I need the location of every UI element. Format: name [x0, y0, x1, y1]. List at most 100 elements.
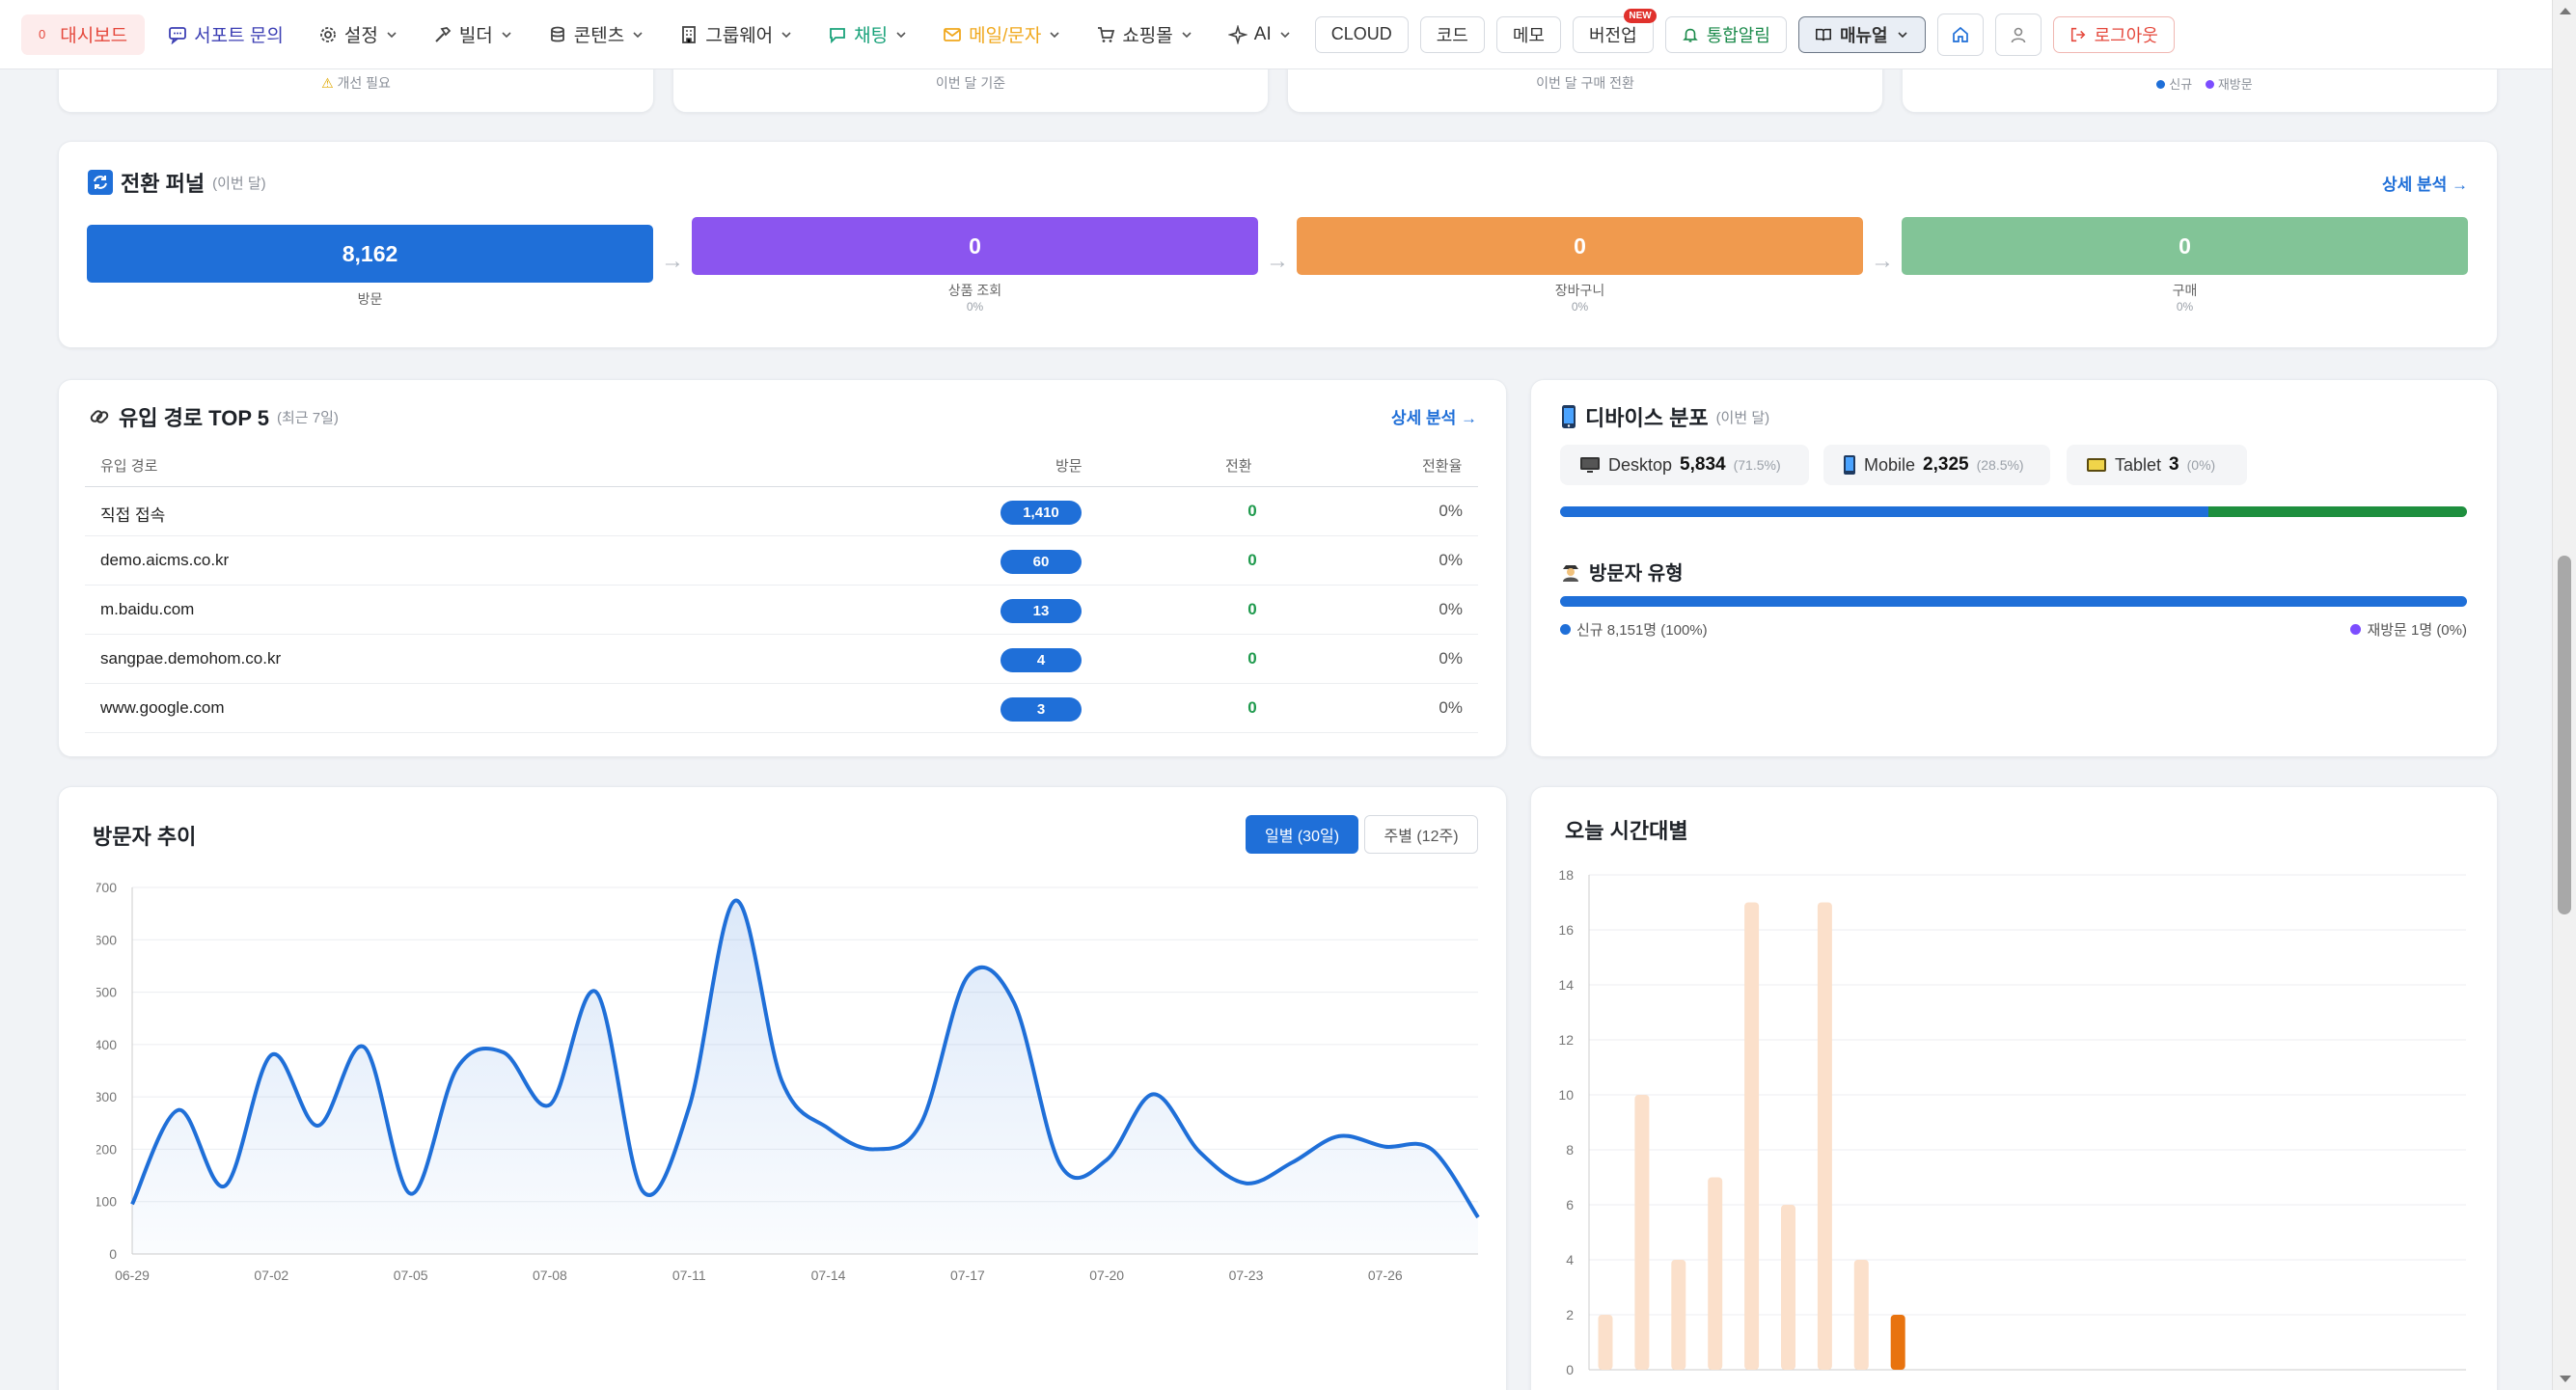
device-title: 디바이스 분포 (이번 달) — [1560, 401, 1769, 432]
gear-icon — [319, 26, 336, 42]
nav-settings[interactable]: 설정 — [307, 14, 410, 55]
page-scrollbar[interactable] — [2552, 0, 2576, 1390]
device-mobile-count: 2,325 — [1923, 454, 1969, 475]
funnel-title-text: 전환 퍼널 — [121, 172, 206, 196]
logout-button[interactable]: 로그아웃 — [2052, 15, 2175, 53]
series-area — [132, 900, 1478, 1254]
nav-mail[interactable]: 메일/문자 — [931, 14, 1073, 55]
x-tick-label: 06-29 — [115, 1267, 150, 1283]
nav-cloud-button[interactable]: CLOUD — [1314, 15, 1409, 53]
row-conversions: 0 — [1247, 698, 1257, 717]
chevron-down-icon — [1280, 31, 1290, 38]
nav-contents[interactable]: 콘텐츠 — [536, 14, 656, 55]
scrollbar-thumb[interactable] — [2558, 556, 2571, 914]
nav-builder-label: 빌더 — [458, 26, 493, 46]
database-icon — [550, 26, 564, 41]
nav-shop[interactable]: 쇼핑몰 — [1084, 14, 1204, 55]
device-tablet-pct: (0%) — [2186, 457, 2216, 473]
chevron-down-icon — [633, 31, 643, 38]
nav-alarm-button[interactable]: 통합알림 — [1664, 15, 1787, 53]
legend-dot-return — [2350, 624, 2362, 635]
row-rate: 0% — [1439, 600, 1463, 618]
refresh-icon — [88, 170, 113, 195]
funnel-period: (이번 달) — [212, 175, 266, 192]
row-conversions: 0 — [1247, 649, 1257, 668]
warning-icon: ⚠ — [321, 75, 334, 91]
nav-contents-label: 콘텐츠 — [573, 26, 625, 46]
funnel-step-cart: 0 — [1297, 217, 1863, 275]
row-source: sangpae.demohom.co.kr — [100, 649, 282, 668]
book-icon — [1815, 28, 1831, 41]
nav-dashboard-label: 대시보드 — [60, 26, 128, 46]
row-conversions: 0 — [1247, 551, 1257, 569]
nav-groupware[interactable]: 그룹웨어 — [668, 14, 805, 55]
cart-icon — [1098, 26, 1115, 42]
summary-card-1-sub: ⚠ 개선 필요 — [59, 73, 653, 93]
chevron-down-icon — [1898, 31, 1907, 38]
mobile-icon — [1844, 455, 1855, 475]
building-icon — [682, 25, 697, 43]
nav-dashboard[interactable]: 0 대시보드 — [21, 14, 146, 55]
funnel-step-view-label: 상품 조회 — [947, 283, 1002, 298]
row-rate: 0% — [1439, 502, 1463, 520]
device-chip-tablet: Tablet 3 (0%) — [2067, 445, 2247, 485]
funnel-step-purchase-label: 구매 — [2172, 283, 2198, 298]
row-visits-badge: 13 — [1000, 599, 1082, 623]
legend-dot-new — [2156, 80, 2166, 89]
legend-dot-new — [1560, 624, 1571, 635]
y-tick-label: 700 — [96, 880, 117, 895]
nav-upgrade-button[interactable]: 버전업 NEW — [1573, 8, 1657, 53]
x-tick-label: 07-20 — [1089, 1267, 1124, 1283]
tab-daily[interactable]: 일별 (30일) — [1246, 815, 1358, 854]
y-tick-label: 0 — [109, 1246, 117, 1262]
chevron-down-icon — [781, 31, 791, 38]
funnel-step-visit-label: 방문 — [357, 291, 383, 307]
visitor-return-legend: 재방문 1명 (0%) — [2350, 619, 2467, 640]
sources-title: 유입 경로 TOP 5 (최근 7일) — [88, 401, 339, 432]
bell-icon — [1682, 28, 1698, 42]
funnel-detail-link[interactable]: 상세 분석 → — [2382, 171, 2468, 195]
funnel-step-visit: 8,162 — [87, 225, 653, 283]
chevron-down-icon — [1050, 31, 1059, 38]
nav-support[interactable]: 서포트 문의 — [156, 14, 295, 55]
nav-code-button[interactable]: 코드 — [1419, 15, 1485, 53]
y-tick-label: 4 — [1566, 1252, 1574, 1267]
arrow-right-icon: → — [1871, 248, 1894, 274]
nav-builder[interactable]: 빌더 — [422, 14, 525, 55]
mail-icon — [944, 27, 962, 41]
funnel-step-visit-value: 8,162 — [342, 240, 398, 266]
chevron-down-icon — [1182, 31, 1192, 38]
nav-alarm-label: 통합알림 — [1706, 25, 1770, 45]
y-tick-label: 500 — [96, 985, 117, 1000]
nav-settings-label: 설정 — [343, 26, 378, 46]
row-source: www.google.com — [100, 698, 225, 717]
profile-button[interactable] — [1994, 13, 2042, 56]
chevron-down-icon — [896, 31, 906, 38]
y-tick-label: 300 — [96, 1089, 117, 1104]
nav-memo-button[interactable]: 메모 — [1495, 15, 1561, 53]
nav-chat[interactable]: 채팅 — [816, 14, 919, 55]
home-button[interactable] — [1936, 13, 1984, 56]
nav-manual-button[interactable]: 매뉴얼 — [1797, 15, 1926, 53]
bar-hour-1 — [1634, 1095, 1650, 1370]
bar-hour-4 — [1744, 902, 1760, 1370]
chat-bubble-icon — [169, 26, 187, 44]
row-rate: 0% — [1439, 698, 1463, 717]
home-icon — [1952, 26, 1968, 42]
nav-ai[interactable]: AI — [1217, 14, 1303, 55]
sources-detail-link[interactable]: 상세 분석 → — [1391, 404, 1477, 428]
table-row: sangpae.demohom.co.kr 4 0 0% — [85, 635, 1478, 684]
visitor-new-legend: 신규 8,151명 (100%) — [1560, 619, 1708, 640]
row-visits-badge: 60 — [1000, 550, 1082, 574]
scroll-up-icon[interactable] — [2560, 8, 2571, 14]
y-tick-label: 18 — [1558, 867, 1574, 883]
scroll-down-icon[interactable] — [2560, 1376, 2571, 1382]
nav-ai-label: AI — [1253, 23, 1272, 44]
visitor-type-bar — [1560, 596, 2467, 607]
row-rate: 0% — [1439, 551, 1463, 569]
top-navigation: 0 대시보드 서포트 문의 설정 빌더 콘텐츠 그룹웨어 채팅 메일/문자 쇼핑… — [0, 0, 2552, 69]
visitor-new-segment — [1560, 596, 2467, 607]
funnel-step-purchase-pct: 0% — [2176, 300, 2194, 313]
nav-support-label: 서포트 문의 — [194, 26, 284, 46]
tab-weekly[interactable]: 주별 (12주) — [1364, 815, 1478, 854]
